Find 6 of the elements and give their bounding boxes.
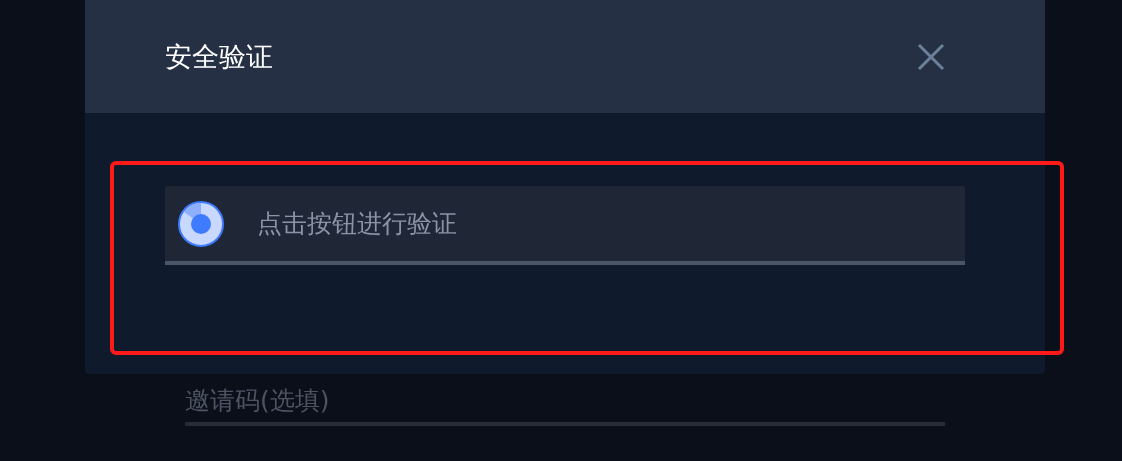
- captcha-icon: [177, 199, 225, 248]
- captcha-button[interactable]: 点击按钮进行验证: [165, 186, 965, 265]
- invite-code-field[interactable]: 邀请码(选填): [185, 378, 945, 426]
- close-icon: [917, 42, 945, 71]
- dialog-title: 安全验证: [165, 39, 273, 74]
- close-button[interactable]: [917, 42, 945, 71]
